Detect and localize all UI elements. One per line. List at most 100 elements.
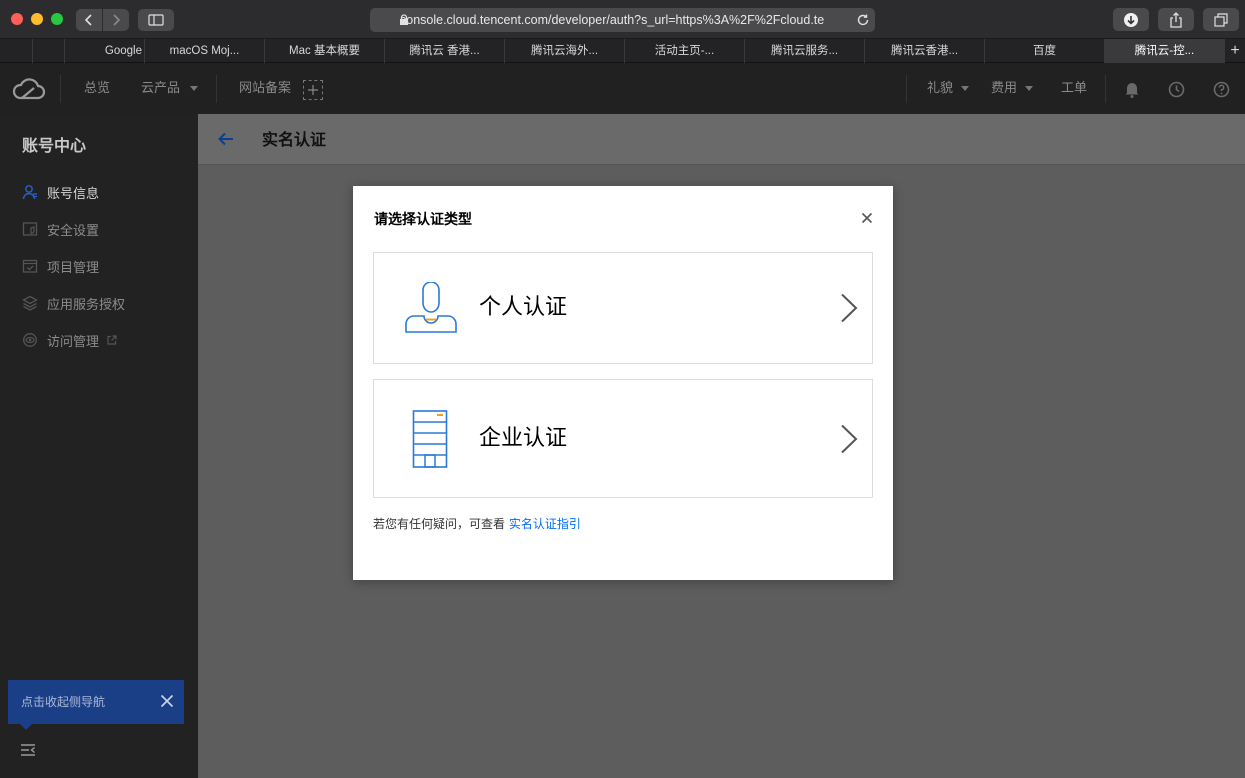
user-icon <box>22 184 38 200</box>
browser-tab-pinned[interactable] <box>32 39 64 63</box>
console-top-nav: 总览 云产品 网站备案 礼貌 费用 工单 <box>0 63 1245 114</box>
download-icon <box>1124 12 1138 27</box>
browser-tab[interactable]: Mac 基本概要 <box>264 39 384 63</box>
tab-label: 腾讯云服务... <box>770 45 839 57</box>
access-icon <box>22 332 38 348</box>
tab-label: 百度 <box>1033 45 1056 57</box>
tencent-cloud-logo[interactable] <box>12 76 46 102</box>
plus-icon: + <box>1230 42 1240 59</box>
browser-tab-pinned[interactable] <box>0 39 32 63</box>
divider <box>216 75 217 103</box>
tooltip-arrow <box>20 724 32 730</box>
sidebar-toggle-button[interactable] <box>138 9 174 31</box>
personal-auth-option[interactable]: 个人认证 <box>373 252 873 364</box>
tab-label: 腾讯云香港... <box>890 45 959 57</box>
nav-gifts-label: 礼貌 <box>927 81 954 96</box>
browser-tab[interactable]: 腾讯云 香港... <box>384 39 504 63</box>
caret-down-icon <box>1025 85 1034 91</box>
browser-tab-bar: Google macOS Moj... Mac 基本概要 腾讯云 香港... 腾… <box>0 39 1245 63</box>
sidebar-title: 账号中心 <box>22 136 87 155</box>
sidebar-item-app-auth[interactable]: 应用服务授权 <box>22 293 125 313</box>
chevron-right-icon <box>841 293 858 323</box>
plus-icon <box>308 85 318 95</box>
close-window-button[interactable] <box>11 13 23 25</box>
add-shortcut-button[interactable] <box>303 80 323 100</box>
help-hint-text: 若您有任何疑问，可查看 <box>373 517 506 531</box>
sidebar-item-projects[interactable]: 项目管理 <box>22 256 99 276</box>
browser-tab[interactable]: 百度 <box>984 39 1104 63</box>
person-icon <box>405 282 457 333</box>
nav-billing[interactable]: 费用 <box>991 63 1034 114</box>
auth-type-dialog: 请选择认证类型 个人认证 企业认证 若您有任何疑问，可查看 实名认证指引 <box>353 186 893 580</box>
back-arrow-icon[interactable] <box>217 131 235 147</box>
tab-label: Mac 基本概要 <box>289 45 360 57</box>
divider <box>60 75 61 103</box>
building-icon <box>412 410 448 468</box>
collapse-menu-icon[interactable] <box>20 743 36 757</box>
reload-icon[interactable] <box>856 13 870 27</box>
share-icon <box>1170 11 1182 28</box>
browser-tab[interactable]: macOS Moj... <box>144 39 264 63</box>
browser-tab[interactable]: 活动主页-... <box>624 39 744 63</box>
browser-tab[interactable]: 腾讯云香港... <box>864 39 984 63</box>
share-button[interactable] <box>1158 8 1194 31</box>
enterprise-auth-option[interactable]: 企业认证 <box>373 379 873 498</box>
url-text: console.cloud.tencent.com/developer/auth… <box>400 13 825 27</box>
divider <box>1105 75 1106 103</box>
sidebar-icon <box>148 14 164 26</box>
tooltip-text: 点击收起侧导航 <box>21 695 106 709</box>
tab-label: 活动主页-... <box>654 45 715 57</box>
tab-label: 腾讯云海外... <box>530 45 599 57</box>
downloads-button[interactable] <box>1113 8 1149 31</box>
clock-icon[interactable] <box>1168 81 1185 98</box>
nav-tickets[interactable]: 工单 <box>1061 63 1087 114</box>
auth-guide-link[interactable]: 实名认证指引 <box>509 517 581 531</box>
page-header: 实名认证 <box>198 114 1245 165</box>
close-icon[interactable] <box>861 212 873 224</box>
maximize-window-button[interactable] <box>51 13 63 25</box>
nav-gifts[interactable]: 礼貌 <box>927 63 970 114</box>
tabs-icon <box>1214 12 1228 27</box>
dialog-title: 请选择认证类型 <box>374 212 472 228</box>
help-icon[interactable] <box>1213 81 1230 98</box>
tab-label: 腾讯云 香港... <box>409 45 480 57</box>
divider <box>906 75 907 103</box>
nav-overview[interactable]: 总览 <box>84 63 110 114</box>
tab-label: Google <box>104 45 142 57</box>
sidebar-item-label: 安全设置 <box>47 223 100 239</box>
sidebar-item-label: 应用服务授权 <box>47 297 126 313</box>
chevron-right-icon <box>841 424 858 454</box>
sidebar-item-label: 访问管理 <box>47 334 100 350</box>
sidebar-item-account-info[interactable]: 账号信息 <box>22 182 99 202</box>
close-icon[interactable] <box>160 694 174 708</box>
caret-down-icon <box>961 85 970 91</box>
tab-overview-button[interactable] <box>1203 8 1239 31</box>
nav-products-label: 云产品 <box>141 81 181 96</box>
nav-cloud-products[interactable]: 云产品 <box>141 63 199 114</box>
external-link-icon <box>107 335 117 345</box>
account-sidebar: 账号中心 账号信息 安全设置 项目管理 应用服务授权 访问管理 点击收起侧导航 <box>0 114 198 778</box>
sidebar-item-label: 账号信息 <box>47 186 100 202</box>
nav-beian[interactable]: 网站备案 <box>239 63 291 114</box>
browser-tab[interactable]: Google <box>64 39 144 63</box>
address-bar[interactable]: console.cloud.tencent.com/developer/auth… <box>370 8 875 32</box>
minimize-window-button[interactable] <box>31 13 43 25</box>
new-tab-button[interactable]: + <box>1224 39 1245 63</box>
browser-titlebar: console.cloud.tencent.com/developer/auth… <box>0 0 1245 39</box>
browser-tab-active[interactable]: 腾讯云-控... <box>1104 39 1224 63</box>
browser-tab[interactable]: 腾讯云海外... <box>504 39 624 63</box>
sidebar-item-security[interactable]: 安全设置 <box>22 219 99 239</box>
collapse-nav-tooltip: 点击收起侧导航 <box>8 680 184 724</box>
caret-down-icon <box>190 85 199 91</box>
chevron-left-icon <box>84 14 92 26</box>
sidebar-item-access[interactable]: 访问管理 <box>22 330 117 350</box>
back-button[interactable] <box>76 9 102 31</box>
browser-tab[interactable]: 腾讯云服务... <box>744 39 864 63</box>
sidebar-item-label: 项目管理 <box>47 260 100 276</box>
forward-button[interactable] <box>103 9 129 31</box>
bell-icon[interactable] <box>1124 81 1140 98</box>
layers-icon <box>22 295 38 311</box>
tab-label: 腾讯云-控... <box>1134 45 1195 57</box>
shield-icon <box>22 221 38 237</box>
tab-label: macOS Moj... <box>169 45 240 57</box>
